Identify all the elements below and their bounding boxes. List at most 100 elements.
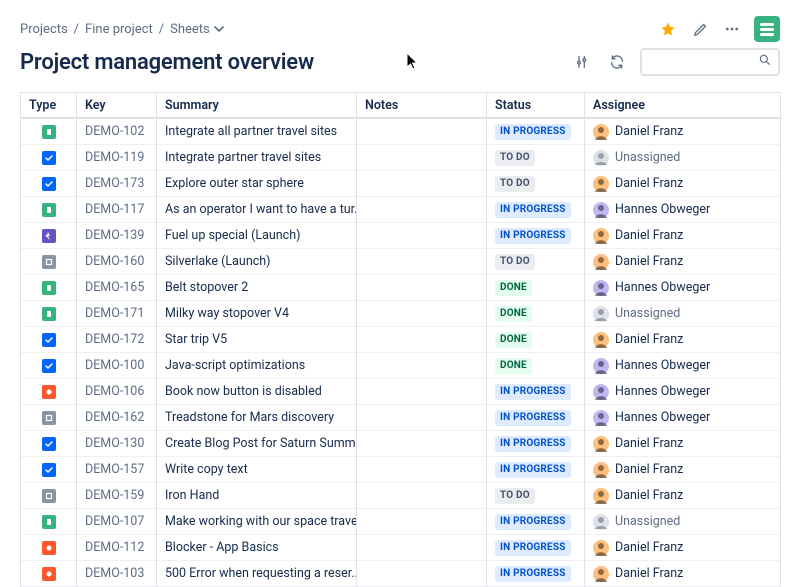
cell-assignee[interactable]: Hannes Obweger (585, 379, 781, 405)
cell-assignee[interactable]: Daniel Franz (585, 431, 781, 457)
cell-type[interactable] (21, 249, 77, 275)
cell-key[interactable]: DEMO-171 (77, 301, 157, 327)
cell-summary[interactable]: Iron Hand (157, 483, 357, 509)
cell-type[interactable] (21, 119, 77, 145)
cell-status[interactable]: IN PROGRESS (487, 509, 585, 535)
cell-summary[interactable]: Belt stopover 2 (157, 275, 357, 301)
cell-summary[interactable]: Explore outer star sphere (157, 171, 357, 197)
edit-button[interactable] (690, 19, 710, 39)
cell-summary[interactable]: Milky way stopover V4 (157, 301, 357, 327)
cell-key[interactable]: DEMO-165 (77, 275, 157, 301)
table-row[interactable]: DEMO-162 Treadstone for Mars discovery I… (21, 405, 780, 431)
table-row[interactable]: DEMO-119 Integrate partner travel sites … (21, 145, 780, 171)
cell-key[interactable]: DEMO-103 (77, 561, 157, 587)
cell-key[interactable]: DEMO-172 (77, 327, 157, 353)
cell-assignee[interactable]: Daniel Franz (585, 171, 781, 197)
table-row[interactable]: DEMO-117 As an operator I want to have a… (21, 197, 780, 223)
table-row[interactable]: DEMO-106 Book now button is disabled IN … (21, 379, 780, 405)
cell-notes[interactable] (357, 483, 487, 509)
table-row[interactable]: DEMO-160 Silverlake (Launch) TO DO Danie… (21, 249, 780, 275)
cell-type[interactable] (21, 223, 77, 249)
cell-summary[interactable]: Make working with our space trave... (157, 509, 357, 535)
table-row[interactable]: DEMO-139 Fuel up special (Launch) IN PRO… (21, 223, 780, 249)
cell-notes[interactable] (357, 561, 487, 587)
table-row[interactable]: DEMO-157 Write copy text IN PROGRESS Dan… (21, 457, 780, 483)
cell-key[interactable]: DEMO-159 (77, 483, 157, 509)
cell-notes[interactable] (357, 223, 487, 249)
cell-notes[interactable] (357, 457, 487, 483)
table-row[interactable]: DEMO-130 Create Blog Post for Saturn Sum… (21, 431, 780, 457)
filter-button[interactable] (572, 51, 594, 73)
cell-type[interactable] (21, 197, 77, 223)
cell-key[interactable]: DEMO-107 (77, 509, 157, 535)
cell-status[interactable]: IN PROGRESS (487, 379, 585, 405)
table-row[interactable]: DEMO-159 Iron Hand TO DO Daniel Franz (21, 483, 780, 509)
cell-type[interactable] (21, 405, 77, 431)
cell-assignee[interactable]: Unassigned (585, 301, 781, 327)
cell-status[interactable]: TO DO (487, 145, 585, 171)
cell-type[interactable] (21, 561, 77, 587)
cell-summary[interactable]: Star trip V5 (157, 327, 357, 353)
cell-type[interactable] (21, 431, 77, 457)
cell-status[interactable]: IN PROGRESS (487, 561, 585, 587)
cell-status[interactable]: IN PROGRESS (487, 535, 585, 561)
cell-summary[interactable]: Create Blog Post for Saturn Summ... (157, 431, 357, 457)
table-row[interactable]: DEMO-103 500 Error when requesting a res… (21, 561, 780, 587)
cell-key[interactable]: DEMO-100 (77, 353, 157, 379)
search-field[interactable] (640, 48, 780, 76)
app-badge[interactable] (754, 16, 780, 42)
star-button[interactable] (658, 19, 678, 39)
cell-notes[interactable] (357, 509, 487, 535)
cell-status[interactable]: IN PROGRESS (487, 431, 585, 457)
refresh-button[interactable] (606, 51, 628, 73)
cell-notes[interactable] (357, 535, 487, 561)
cell-assignee[interactable]: Unassigned (585, 509, 781, 535)
cell-summary[interactable]: Book now button is disabled (157, 379, 357, 405)
cell-summary[interactable]: Blocker - App Basics (157, 535, 357, 561)
cell-key[interactable]: DEMO-106 (77, 379, 157, 405)
cell-key[interactable]: DEMO-102 (77, 119, 157, 145)
cell-notes[interactable] (357, 379, 487, 405)
cell-summary[interactable]: Treadstone for Mars discovery (157, 405, 357, 431)
cell-type[interactable] (21, 327, 77, 353)
cell-status[interactable]: DONE (487, 301, 585, 327)
cell-type[interactable] (21, 171, 77, 197)
crumb-project-name[interactable]: Fine project (85, 22, 153, 37)
cell-assignee[interactable]: Daniel Franz (585, 119, 781, 145)
cell-type[interactable] (21, 301, 77, 327)
cell-key[interactable]: DEMO-139 (77, 223, 157, 249)
cell-notes[interactable] (357, 197, 487, 223)
cell-type[interactable] (21, 275, 77, 301)
cell-assignee[interactable]: Daniel Franz (585, 249, 781, 275)
table-row[interactable]: DEMO-107 Make working with our space tra… (21, 509, 780, 535)
table-row[interactable]: DEMO-165 Belt stopover 2 DONE Hannes Obw… (21, 275, 780, 301)
cell-assignee[interactable]: Hannes Obweger (585, 405, 781, 431)
cell-type[interactable] (21, 457, 77, 483)
cell-type[interactable] (21, 535, 77, 561)
cell-assignee[interactable]: Daniel Franz (585, 483, 781, 509)
cell-assignee[interactable]: Unassigned (585, 145, 781, 171)
cell-notes[interactable] (357, 327, 487, 353)
cell-status[interactable]: TO DO (487, 249, 585, 275)
cell-key[interactable]: DEMO-162 (77, 405, 157, 431)
cell-key[interactable]: DEMO-173 (77, 171, 157, 197)
cell-assignee[interactable]: Hannes Obweger (585, 197, 781, 223)
table-row[interactable]: DEMO-102 Integrate all partner travel si… (21, 119, 780, 145)
cell-notes[interactable] (357, 171, 487, 197)
cell-summary[interactable]: Fuel up special (Launch) (157, 223, 357, 249)
col-type[interactable]: Type (21, 93, 77, 119)
cell-type[interactable] (21, 353, 77, 379)
cell-status[interactable]: DONE (487, 275, 585, 301)
cell-notes[interactable] (357, 249, 487, 275)
cell-key[interactable]: DEMO-119 (77, 145, 157, 171)
cell-notes[interactable] (357, 431, 487, 457)
cell-notes[interactable] (357, 353, 487, 379)
cell-assignee[interactable]: Hannes Obweger (585, 275, 781, 301)
cell-summary[interactable]: Integrate partner travel sites (157, 145, 357, 171)
cell-assignee[interactable]: Daniel Franz (585, 327, 781, 353)
table-row[interactable]: DEMO-171 Milky way stopover V4 DONE Unas… (21, 301, 780, 327)
cell-status[interactable]: IN PROGRESS (487, 223, 585, 249)
table-row[interactable]: DEMO-112 Blocker - App Basics IN PROGRES… (21, 535, 780, 561)
cell-status[interactable]: IN PROGRESS (487, 405, 585, 431)
cell-notes[interactable] (357, 119, 487, 145)
